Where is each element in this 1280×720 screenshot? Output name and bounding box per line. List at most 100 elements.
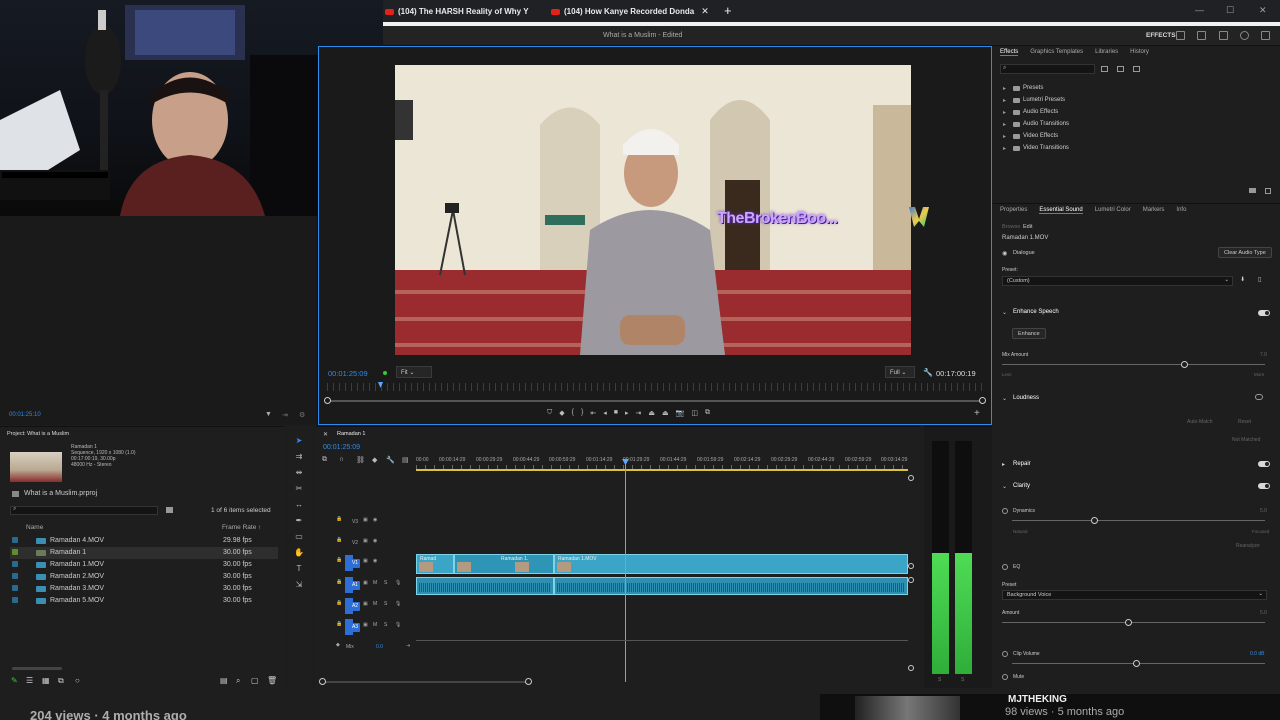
effects-folder-audio-effects[interactable]: ▸ Audio Effects xyxy=(1003,106,1069,118)
project-item[interactable]: Ramadan 1 30.00 fps xyxy=(10,547,278,559)
video-clip[interactable]: Ramadan 1.MOV xyxy=(554,554,908,574)
step-forward-icon[interactable]: ▸ xyxy=(625,409,629,419)
eq-preset-dropdown[interactable]: Background Voice ⌄ xyxy=(1002,590,1267,600)
chevron-down-icon[interactable]: ⌄ xyxy=(1002,395,1007,402)
solo-icon[interactable]: S xyxy=(384,601,387,607)
eye-icon[interactable]: ◉ xyxy=(373,538,377,544)
freeform-view-icon[interactable]: ⧉ xyxy=(58,676,64,686)
project-item[interactable]: Ramadan 2.MOV 30.00 fps xyxy=(10,571,278,583)
find-icon[interactable]: ⌕ xyxy=(236,676,240,686)
clip-volume-knob[interactable] xyxy=(1133,660,1140,667)
scroll-handle[interactable] xyxy=(908,665,914,671)
effects-folder-video-effects[interactable]: ▸ Video Effects xyxy=(1003,130,1069,142)
yuv-effects-icon[interactable] xyxy=(1133,66,1140,72)
project-scrollbar[interactable] xyxy=(12,667,62,670)
youtube-channel-name[interactable]: MJTHEKING xyxy=(1008,694,1067,705)
subtab-browse[interactable]: Browse xyxy=(1002,224,1020,230)
go-to-end-icon[interactable]: ⇥ xyxy=(406,643,410,649)
project-item[interactable]: Ramadan 3.MOV 30.00 fps xyxy=(10,583,278,595)
clear-audio-type-button[interactable]: Clear Audio Type xyxy=(1218,247,1272,258)
microphone-icon[interactable]: 🎙 xyxy=(395,622,401,628)
maximize-icon[interactable]: ☐ xyxy=(1226,5,1234,16)
go-to-in-icon[interactable]: ⇤ xyxy=(590,409,596,419)
preset-dropdown[interactable]: (Custom) ⌄ xyxy=(1002,276,1233,286)
dynamics-slider[interactable] xyxy=(1012,520,1265,521)
sequence-tab[interactable]: Ramadan 1 xyxy=(337,431,365,437)
workspace-menu-icon[interactable] xyxy=(1176,31,1185,40)
chevron-down-icon[interactable]: ⌄ xyxy=(1002,309,1007,316)
rectangle-tool-icon[interactable]: ▭ xyxy=(294,532,304,542)
tab-info[interactable]: Info xyxy=(1176,207,1186,214)
lock-icon[interactable]: 🔒 xyxy=(336,621,342,627)
auto-match-button[interactable]: Auto-Match xyxy=(1187,419,1213,425)
delete-icon[interactable] xyxy=(1265,188,1271,194)
effects-folder-presets[interactable]: ▸ Presets xyxy=(1003,82,1069,94)
close-window-icon[interactable]: ✕ xyxy=(1259,5,1267,16)
browser-tab-1[interactable]: (104) The HARSH Reality of Why Y ✕ xyxy=(385,3,535,20)
zoom-handle-left[interactable] xyxy=(324,397,331,404)
32bit-effects-icon[interactable] xyxy=(1117,66,1124,72)
add-button-icon[interactable]: + xyxy=(974,408,980,419)
video-clip[interactable]: Ramadan 1. xyxy=(454,554,554,574)
compare-icon[interactable]: ◫ xyxy=(691,409,698,419)
track-header-v2[interactable]: 🔒 V2 ▣ ◉ xyxy=(336,537,377,549)
project-item[interactable]: Ramadan 5.MOV 30.00 fps xyxy=(10,595,278,607)
sync-lock-icon[interactable]: ▣ xyxy=(363,558,368,564)
lock-icon[interactable]: 🔒 xyxy=(336,516,342,522)
minimize-icon[interactable]: — xyxy=(1195,5,1204,15)
scroll-handle[interactable] xyxy=(908,475,914,481)
new-tab-button[interactable]: + xyxy=(724,3,732,18)
project-title[interactable]: Project: What is a Muslim xyxy=(7,431,69,437)
clip-volume-value[interactable]: 0.0 dB xyxy=(1250,651,1264,657)
track-header-a2[interactable]: 🔒 A2 ▣ M S 🎙 xyxy=(336,598,401,614)
new-bin-icon[interactable] xyxy=(166,507,173,513)
close-icon[interactable]: ✕ xyxy=(323,431,328,438)
tab-graphics-templates[interactable]: Graphics Templates xyxy=(1030,49,1083,56)
nest-toggle-icon[interactable]: ⧉ xyxy=(322,456,327,464)
razor-tool-icon[interactable]: ✂ xyxy=(294,484,304,494)
scroll-handle[interactable] xyxy=(908,563,914,569)
tab-lumetri-color[interactable]: Lumetri Color xyxy=(1095,207,1131,214)
effects-folder-audio-transitions[interactable]: ▸ Audio Transitions xyxy=(1003,118,1069,130)
source-timecode[interactable]: 00:01:25:10 xyxy=(9,412,41,418)
insert-icon[interactable]: ⇥ xyxy=(282,411,288,419)
clip-volume-checkbox[interactable] xyxy=(1002,651,1008,657)
add-marker-icon[interactable]: ◆ xyxy=(372,456,377,464)
ripple-edit-tool-icon[interactable]: ⇹ xyxy=(294,468,304,478)
solo-right-button[interactable]: S xyxy=(961,677,964,683)
loudness-toggle[interactable] xyxy=(1255,394,1263,400)
lock-icon[interactable]: 🔒 xyxy=(336,537,342,543)
mix-amount-slider[interactable] xyxy=(1002,364,1265,365)
mix-value[interactable]: 0.0 xyxy=(376,644,383,650)
rate-stretch-tool-icon[interactable]: ⇲ xyxy=(294,580,304,590)
project-item[interactable]: Ramadan 4.MOV 29.98 fps xyxy=(10,535,278,547)
step-back-icon[interactable]: ◂ xyxy=(603,409,607,419)
tab-effects[interactable]: Effects xyxy=(1000,49,1019,56)
new-item-icon[interactable]: ▢ xyxy=(251,676,259,685)
eq-checkbox[interactable] xyxy=(1002,564,1008,570)
repair-toggle[interactable] xyxy=(1258,461,1270,467)
solo-icon[interactable]: S xyxy=(384,580,387,586)
solo-left-button[interactable]: S xyxy=(938,677,941,683)
audio-clip[interactable] xyxy=(554,577,908,595)
effects-folder-lumetri-presets[interactable]: ▸ Lumetri Presets xyxy=(1003,94,1069,106)
mark-in-icon[interactable]: { xyxy=(572,409,574,419)
lock-icon[interactable]: 🔒 xyxy=(336,600,342,606)
track-header-mix[interactable]: ◆ Mix 0.0 ⇥ xyxy=(336,642,410,654)
settings-icon[interactable]: ⚙ xyxy=(299,411,305,419)
filter-icon[interactable]: ▼ xyxy=(265,411,272,418)
add-marker-icon[interactable]: ◆ xyxy=(559,409,564,419)
column-name[interactable]: Name xyxy=(26,524,43,531)
slip-tool-icon[interactable]: ↔ xyxy=(294,500,304,510)
scroll-handle[interactable] xyxy=(908,577,914,583)
sync-lock-icon[interactable]: ▣ xyxy=(363,601,368,607)
column-frame-rate[interactable]: Frame Rate ↑ xyxy=(222,524,261,531)
work-area-bar[interactable] xyxy=(416,469,908,471)
track-select-tool-icon[interactable]: ⇉ xyxy=(294,452,304,462)
track-header-a3[interactable]: 🔒 A3 ▣ M S 🎙 xyxy=(336,619,401,635)
tab-essential-sound[interactable]: Essential Sound xyxy=(1039,207,1083,214)
program-zoom-bar[interactable] xyxy=(327,400,985,402)
youtube-thumbnail[interactable] xyxy=(855,696,960,720)
clarity-toggle[interactable] xyxy=(1258,483,1270,489)
mute-icon[interactable]: M xyxy=(373,601,377,607)
